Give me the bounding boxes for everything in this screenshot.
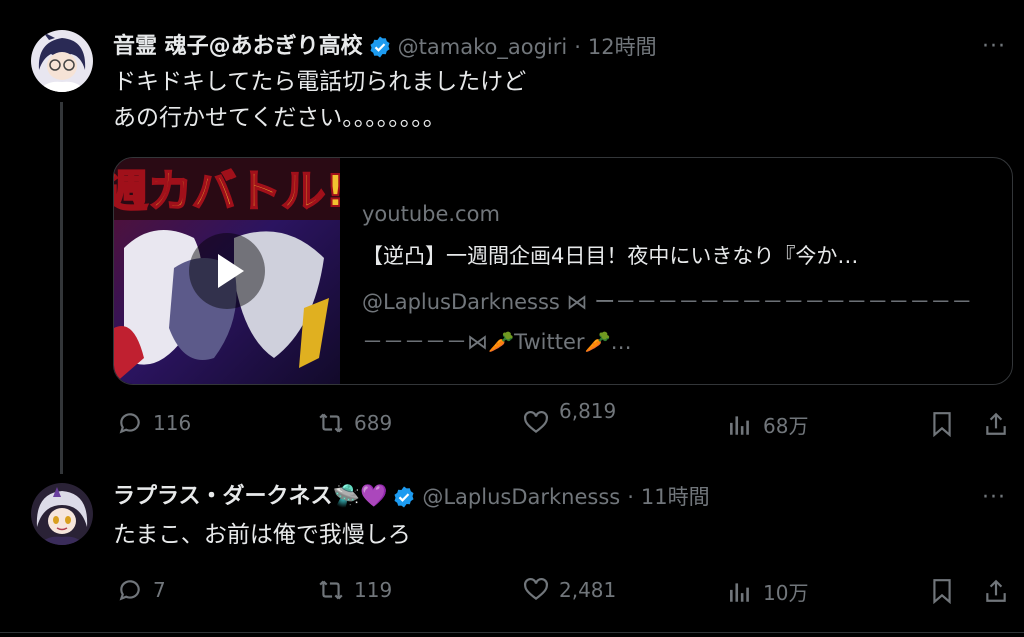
verified-icon (370, 36, 390, 58)
share-icon (986, 412, 1006, 435)
reply-count: 116 (153, 411, 192, 435)
timestamp[interactable]: 12時間 (588, 33, 657, 61)
views-count: 10万 (763, 581, 809, 605)
views-icon (730, 415, 749, 435)
like-count: 6,819 (559, 399, 617, 423)
tweet-1[interactable]: 音霊 魂子@あおぎり高校 @tamako_aogiri · 12時間 ··· ド… (0, 0, 1024, 475)
user-handle[interactable]: @LaplusDarknesss (422, 483, 620, 511)
svg-text:週カバトル!: 週カバトル! (114, 166, 340, 217)
retweet-button[interactable]: 119 (318, 577, 392, 603)
play-icon[interactable] (182, 226, 272, 316)
reply-button[interactable]: 116 (117, 410, 191, 436)
reply-count: 7 (153, 578, 166, 602)
retweet-icon (319, 413, 343, 433)
retweet-button[interactable]: 689 (318, 410, 392, 436)
avatar[interactable] (31, 30, 93, 92)
tweet-text: たまこ、お前は俺で我慢しろ (113, 522, 411, 548)
like-button[interactable]: 2,481 (523, 577, 616, 603)
display-name[interactable]: 音霊 魂子@あおぎり高校 (113, 33, 363, 61)
card-description: @LaplusDarknesss ⋈ ー－－－－－－－－－－－－－－－－－－－－… (362, 290, 973, 354)
card-title: 【逆凸】一週間企画4日目！夜中にいきなり『今か… (362, 244, 859, 268)
retweet-count: 119 (354, 578, 393, 602)
action-bar: 7 119 2,481 10万 (113, 571, 1011, 611)
more-options-button[interactable]: ··· (982, 36, 1006, 58)
views-button[interactable]: 68万 (727, 410, 808, 439)
card-domain: youtube.com (362, 202, 500, 226)
like-count: 2,481 (559, 578, 617, 602)
timestamp[interactable]: 11時間 (641, 483, 710, 511)
views-button[interactable]: 10万 (727, 577, 808, 606)
views-icon (730, 582, 749, 602)
retweet-count: 689 (354, 411, 393, 435)
verified-icon (394, 486, 414, 508)
bookmark-icon (933, 412, 951, 438)
more-options-button[interactable]: ··· (982, 487, 1006, 509)
action-bar: 116 689 6,819 68万 (113, 399, 1011, 444)
video-thumbnail[interactable]: 週カバトル! (114, 158, 340, 384)
views-count: 68万 (763, 414, 809, 438)
share-button[interactable] (983, 411, 1009, 441)
user-handle[interactable]: @tamako_aogiri (398, 33, 568, 61)
avatar[interactable] (31, 483, 93, 545)
display-name[interactable]: ラプラス・ダークネス🛸💜 (113, 483, 387, 511)
retweet-icon (319, 580, 343, 600)
like-button[interactable]: 6,819 (523, 399, 616, 436)
tweet-text: ドキドキしてたら電話切られましたけど あの行かせてください。。。。。。。。 (113, 69, 527, 131)
tweet-2[interactable]: ラプラス・ダークネス🛸💜 @LaplusDarknesss · 11時間 ···… (0, 475, 1024, 632)
reply-icon (119, 580, 140, 601)
bookmark-icon (933, 579, 951, 605)
separator-dot: · (574, 35, 581, 59)
tweet-header: ラプラス・ダークネス🛸💜 @LaplusDarknesss · 11時間 (113, 483, 710, 511)
bookmark-button[interactable] (929, 578, 955, 608)
reply-button[interactable]: 7 (117, 577, 166, 603)
bookmark-button[interactable] (929, 411, 955, 441)
divider (0, 632, 1024, 633)
separator-dot: · (627, 485, 634, 509)
reply-icon (119, 413, 140, 434)
like-icon (524, 410, 548, 434)
share-button[interactable] (983, 578, 1009, 608)
link-card[interactable]: 週カバトル! youtube.com 【逆凸】一週間企画4日目！夜中にいきなり『… (113, 157, 1013, 385)
tweet-header: 音霊 魂子@あおぎり高校 @tamako_aogiri · 12時間 (113, 33, 657, 61)
like-icon (524, 577, 548, 601)
share-icon (986, 579, 1006, 602)
